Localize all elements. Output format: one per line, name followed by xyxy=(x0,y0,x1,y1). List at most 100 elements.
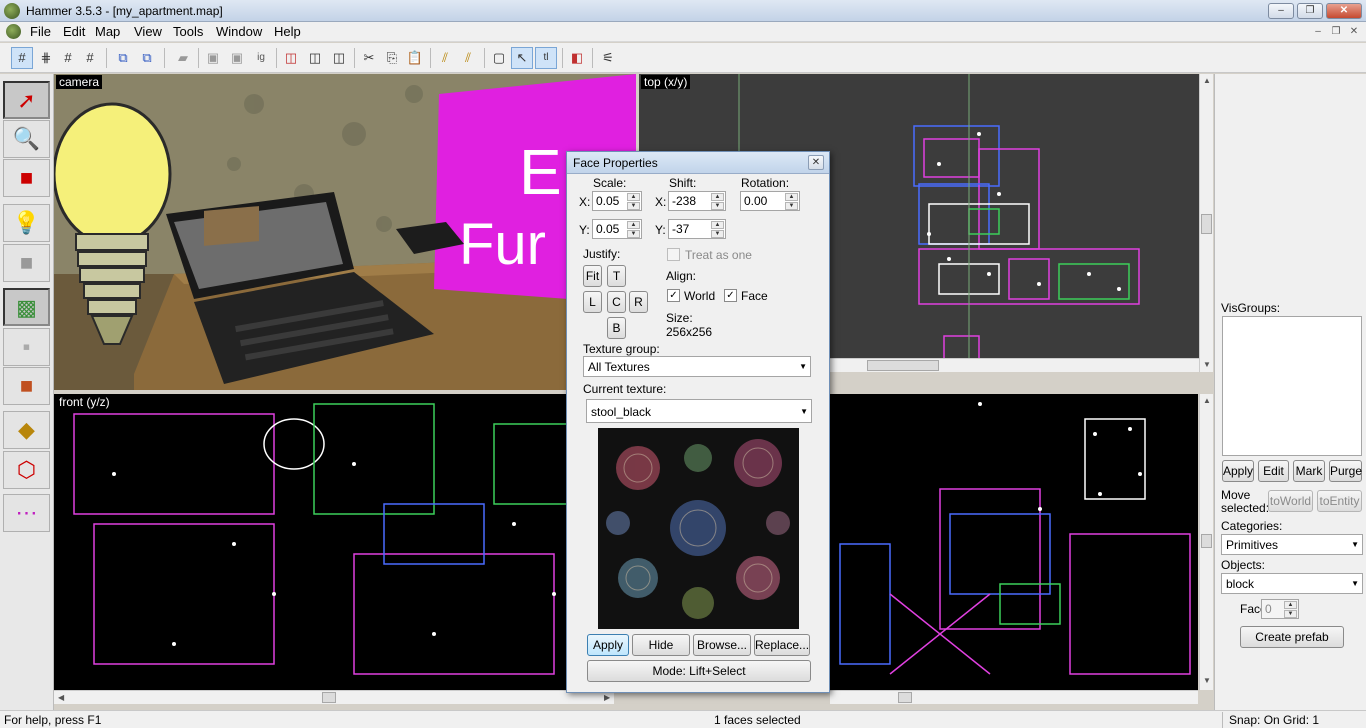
mdi-minimize-button[interactable]: – xyxy=(1310,25,1326,39)
ungroup-icon[interactable]: ▣ xyxy=(226,47,248,69)
menu-edit[interactable]: Edit xyxy=(59,24,89,39)
justify-left-button[interactable]: L xyxy=(583,291,602,313)
top-viewport-vscrollbar[interactable]: ▲ ▼ xyxy=(1199,74,1213,372)
menu-view[interactable]: View xyxy=(130,24,166,39)
load-window-state-icon[interactable]: ⧉ xyxy=(112,47,134,69)
justify-top-button[interactable]: T xyxy=(607,265,626,287)
texture-scaling-lock-icon[interactable]: ⫽ xyxy=(457,47,479,69)
camera-viewport[interactable]: camera E Fur xyxy=(54,74,636,390)
align-face-checkbox[interactable]: ✓ xyxy=(724,289,737,302)
larger-grid-icon[interactable]: # xyxy=(79,47,101,69)
scale-y-field[interactable]: 0.05 ▲ ▼ xyxy=(592,219,642,239)
paste-icon[interactable]: 📋 xyxy=(404,47,426,69)
compile-icon[interactable]: ⚟ xyxy=(597,47,619,69)
texture-application-tool-icon[interactable]: ▩ xyxy=(3,288,50,326)
to-world-button[interactable]: toWorld xyxy=(1268,490,1313,512)
minimize-button[interactable]: – xyxy=(1268,3,1294,19)
select-by-center-icon[interactable]: ↖ xyxy=(511,47,533,69)
menu-file[interactable]: File xyxy=(26,24,55,39)
side-viewport-hscrollbar[interactable] xyxy=(830,690,1198,704)
justify-center-button[interactable]: C xyxy=(607,291,626,313)
faces-field[interactable]: 0 ▲ ▼ xyxy=(1261,599,1299,619)
smaller-grid-icon[interactable]: # xyxy=(57,47,79,69)
menu-map[interactable]: Map xyxy=(91,24,124,39)
sign-text-fur: Fur xyxy=(459,212,546,277)
visgroups-list[interactable] xyxy=(1222,316,1362,456)
menu-tools[interactable]: Tools xyxy=(169,24,207,39)
texture-application-icon[interactable]: ◧ xyxy=(566,47,588,69)
visgroups-mark-button[interactable]: Mark xyxy=(1293,460,1325,482)
shift-x-field[interactable]: -238 ▲ ▼ xyxy=(668,191,726,211)
scale-x-field[interactable]: 0.05 ▲ ▼ xyxy=(592,191,642,211)
align-world-checkbox[interactable]: ✓ xyxy=(667,289,680,302)
menu-window[interactable]: Window xyxy=(212,24,266,39)
mode-button[interactable]: Mode: Lift+Select xyxy=(587,660,811,682)
categories-select[interactable]: Primitives ▼ xyxy=(1221,534,1363,555)
vertex-manipulation-tool-icon[interactable]: ⬡ xyxy=(3,451,50,489)
status-selection-text: 1 faces selected xyxy=(714,713,801,727)
carve-icon[interactable]: ▰ xyxy=(172,47,194,69)
justify-right-button[interactable]: R xyxy=(629,291,648,313)
hide-selected-icon[interactable]: ◫ xyxy=(280,47,302,69)
rotation-field[interactable]: 0.00 ▲ ▼ xyxy=(740,191,800,211)
show-hidden-icon[interactable]: ◫ xyxy=(304,47,326,69)
document-icon[interactable] xyxy=(6,24,21,39)
decal-tool-icon[interactable]: ■ xyxy=(3,367,50,405)
front-viewport-hscrollbar[interactable]: ◀ ▶ xyxy=(54,690,614,704)
tool-palette: ➚ 🔍 ■ 💡 ■ ▩ ▪ ■ ◆ ⬡ ⋯ xyxy=(0,74,54,710)
apply-button[interactable]: Apply xyxy=(587,634,629,656)
camera-tool-icon[interactable]: ■ xyxy=(3,159,50,197)
current-texture-select[interactable]: stool_black ▼ xyxy=(586,399,812,423)
side-viewport-vscrollbar[interactable]: ▲ ▼ xyxy=(1199,394,1213,690)
visgroups-purge-button[interactable]: Purge xyxy=(1329,460,1362,482)
selection-by-handles-icon[interactable]: ▢ xyxy=(488,47,510,69)
treat-as-one-checkbox[interactable] xyxy=(667,248,680,261)
close-button[interactable]: ✕ xyxy=(1326,3,1362,19)
justify-fit-button[interactable]: Fit xyxy=(583,265,602,287)
scroll-thumb[interactable] xyxy=(1201,214,1212,234)
dialog-caption[interactable]: Face Properties ✕ xyxy=(567,152,829,174)
select-by-tie-icon[interactable]: tl xyxy=(535,47,557,69)
face-properties-dialog: Face Properties ✕ Scale: Shift: Rotation… xyxy=(566,151,830,693)
to-entity-button[interactable]: toEntity xyxy=(1317,490,1362,512)
sign-text-e: E xyxy=(519,136,562,208)
apply-current-texture-icon[interactable]: ▪ xyxy=(3,328,50,366)
texture-lock-icon[interactable]: ⫽ xyxy=(434,47,456,69)
side-viewport[interactable] xyxy=(830,394,1198,690)
objects-select[interactable]: block ▼ xyxy=(1221,573,1363,594)
mdi-restore-button[interactable]: ❐ xyxy=(1328,25,1344,39)
hide-unselected-icon[interactable]: ◫ xyxy=(328,47,350,69)
block-tool-icon[interactable]: ■ xyxy=(3,244,50,282)
visgroups-edit-button[interactable]: Edit xyxy=(1258,460,1289,482)
shift-y-field[interactable]: -37 ▲ ▼ xyxy=(668,219,726,239)
scroll-thumb[interactable] xyxy=(1201,534,1212,548)
front-viewport[interactable]: front (y/z) xyxy=(54,394,614,690)
menu-help[interactable]: Help xyxy=(270,24,305,39)
texture-group-select[interactable]: All Textures ▼ xyxy=(583,356,811,377)
group-icon[interactable]: ▣ xyxy=(202,47,224,69)
mdi-close-button[interactable]: ✕ xyxy=(1346,25,1362,39)
scroll-thumb[interactable] xyxy=(867,360,939,371)
scroll-thumb[interactable] xyxy=(322,692,336,703)
hide-mask-button[interactable]: Hide mask xyxy=(632,634,690,672)
browse-button[interactable]: Browse... xyxy=(693,634,751,656)
create-prefab-button[interactable]: Create prefab xyxy=(1240,626,1344,648)
path-tool-icon[interactable]: ⋯ xyxy=(3,494,50,532)
save-window-state-icon[interactable]: ⧉ xyxy=(136,47,158,69)
ignore-groups-icon[interactable]: ig xyxy=(250,47,272,69)
selection-tool-icon[interactable]: ➚ xyxy=(3,81,50,119)
replace-button[interactable]: Replace... xyxy=(754,634,810,656)
entity-tool-icon[interactable]: 💡 xyxy=(3,204,50,242)
dialog-close-button[interactable]: ✕ xyxy=(808,155,824,170)
cut-icon[interactable]: ✂ xyxy=(358,47,380,69)
scroll-thumb[interactable] xyxy=(898,692,912,703)
maximize-button[interactable]: ❐ xyxy=(1297,3,1323,19)
toggle-grid-icon[interactable]: # xyxy=(11,47,33,69)
magnify-tool-icon[interactable]: 🔍 xyxy=(3,120,50,158)
clipping-tool-icon[interactable]: ◆ xyxy=(3,411,50,449)
justify-bottom-button[interactable]: B xyxy=(607,317,626,339)
copy-icon[interactable]: ⎘ xyxy=(381,47,403,69)
texture-group-label: Texture group: xyxy=(583,342,660,356)
visgroups-apply-button[interactable]: Apply xyxy=(1222,460,1254,482)
show-3d-grid-icon[interactable]: ⋕ xyxy=(35,47,57,69)
